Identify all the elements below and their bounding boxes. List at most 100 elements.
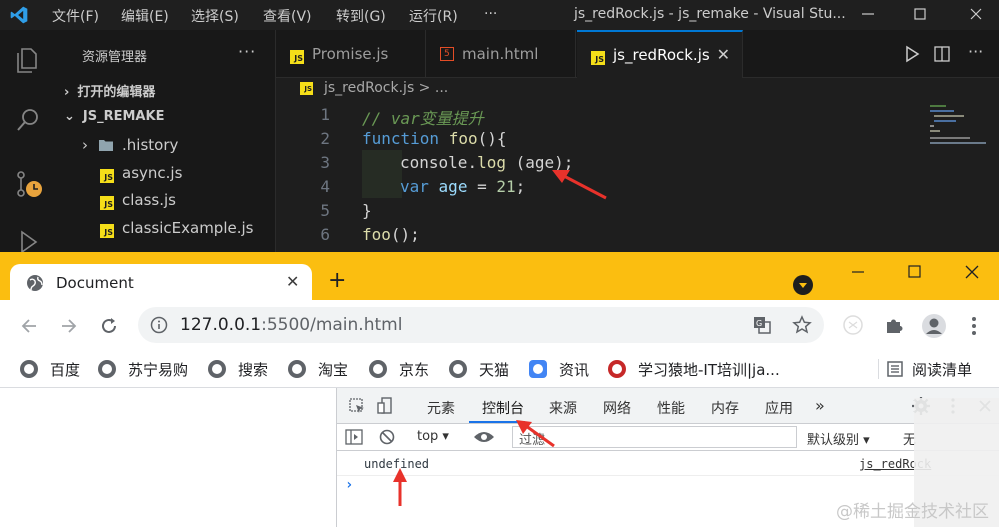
watermark: @稀土掘金技术社区 <box>836 502 989 522</box>
console-prompt[interactable]: › <box>345 477 353 493</box>
run-file-icon[interactable] <box>902 44 922 64</box>
menu-view[interactable]: 查看(V) <box>263 6 312 26</box>
code-number: 21 <box>496 177 516 196</box>
chevron-down-icon: ⌄ <box>64 109 75 124</box>
browser-tab[interactable]: Document ✕ <box>10 264 312 300</box>
puzzle-icon[interactable] <box>883 314 905 336</box>
forward-icon[interactable] <box>58 315 80 337</box>
maximize-icon[interactable] <box>908 2 932 26</box>
maximize-icon[interactable] <box>902 262 926 282</box>
file-tree-item[interactable]: JS async.js <box>100 162 182 184</box>
reading-list-icon <box>887 361 903 377</box>
code-line-4: var age = 21; <box>400 177 525 196</box>
globe-icon <box>20 360 38 378</box>
sidebar-toggle-icon[interactable] <box>345 429 363 445</box>
extension-icon[interactable] <box>842 314 864 336</box>
file-tree-item[interactable]: › .history <box>82 134 178 156</box>
code-variable: age <box>438 177 468 196</box>
tab-promise-js[interactable]: JS Promise.js <box>276 30 426 78</box>
bookmark-label: 学习猿地-IT培训|ja... <box>638 361 780 379</box>
close-icon[interactable] <box>964 2 988 26</box>
line-number: 3 <box>320 153 330 172</box>
screenshot-root: 文件(F) 编辑(E) 选择(S) 查看(V) 转到(G) 运行(R) ··· … <box>0 0 999 527</box>
file-tree-item[interactable]: JS classicExample.js <box>100 217 253 239</box>
bookmark-item[interactable]: 资讯 <box>529 359 589 380</box>
console-filter-bar: top ▾ 过滤 默认级别 ▾ 无 <box>337 424 999 451</box>
tab-close-icon[interactable]: ✕ <box>286 272 299 291</box>
menu-more[interactable]: ··· <box>484 6 497 22</box>
more-tabs-button[interactable]: » <box>815 396 825 415</box>
tab-application[interactable]: 应用 <box>765 398 793 418</box>
split-editor-icon[interactable] <box>932 44 952 64</box>
tab-memory[interactable]: 内存 <box>711 398 739 418</box>
bookmark-item[interactable]: 搜索 <box>208 359 268 380</box>
tab-performance[interactable]: 性能 <box>657 398 685 418</box>
vscode-window: 文件(F) 编辑(E) 选择(S) 查看(V) 转到(G) 运行(R) ··· … <box>0 0 999 252</box>
eye-icon[interactable] <box>473 429 495 445</box>
run-debug-icon[interactable] <box>12 226 44 252</box>
avatar[interactable] <box>921 313 947 339</box>
source-control-icon[interactable] <box>12 168 44 200</box>
code-comment: // var变量提升 <box>362 109 484 128</box>
device-toolbar-icon[interactable] <box>375 396 395 416</box>
menu-selection[interactable]: 选择(S) <box>191 6 239 26</box>
minimize-icon[interactable] <box>856 2 880 26</box>
vscode-logo-icon <box>10 6 28 24</box>
file-tree-item[interactable]: JS class.js <box>100 189 176 211</box>
bookmark-label: 苏宁易购 <box>128 361 189 379</box>
reload-icon[interactable] <box>98 315 120 337</box>
menu-run[interactable]: 运行(R) <box>409 6 458 26</box>
tab-main-html[interactable]: main.html <box>426 30 576 78</box>
tab-js-redrock[interactable]: JS js_redRock.js ✕ <box>577 30 743 78</box>
close-icon[interactable] <box>960 262 984 282</box>
bookmark-item[interactable]: 苏宁易购 <box>98 359 188 380</box>
bookmark-item[interactable]: 天猫 <box>449 359 509 380</box>
address-bar[interactable]: 127.0.0.1:5500/main.html G <box>138 307 824 343</box>
search-icon[interactable] <box>12 104 44 136</box>
back-icon[interactable] <box>18 315 40 337</box>
menu-kebab-icon[interactable] <box>964 315 984 337</box>
code-operator: = <box>467 177 497 196</box>
js-file-icon: JS <box>100 169 114 183</box>
tab-close-icon[interactable]: ✕ <box>717 32 730 78</box>
chrome-window: Document ✕ + 127.0.0.1:5500/main.html G <box>0 252 999 527</box>
bookmark-item[interactable]: 京东 <box>369 359 429 380</box>
log-levels-dropdown[interactable]: 默认级别 ▾ <box>807 429 870 448</box>
explorer-more-button[interactable]: ··· <box>238 42 256 61</box>
menu-file[interactable]: 文件(F) <box>52 6 99 26</box>
inspect-element-icon[interactable] <box>347 396 367 416</box>
code-object: console <box>400 153 468 172</box>
tab-label: Promise.js <box>312 45 389 63</box>
menu-go[interactable]: 转到(G) <box>336 6 386 26</box>
tab-search-button[interactable] <box>793 275 813 295</box>
context-selector[interactable]: top ▾ <box>417 429 449 444</box>
bookmark-item[interactable]: 学习猿地-IT培训|ja... <box>608 359 780 380</box>
bookmark-item[interactable]: 淘宝 <box>288 359 348 380</box>
breadcrumb-path[interactable]: js_redRock.js > ... <box>324 80 448 96</box>
clear-console-icon[interactable] <box>379 429 395 445</box>
open-editors-section[interactable]: › 打开的编辑器 <box>64 81 155 100</box>
chrome-toolbar: 127.0.0.1:5500/main.html G <box>0 300 999 350</box>
reading-list-button[interactable]: 阅读清单 <box>886 359 972 380</box>
translate-icon[interactable]: G <box>752 315 772 335</box>
bookmark-label: 百度 <box>50 361 81 379</box>
menu-edit[interactable]: 编辑(E) <box>121 6 169 26</box>
minimap[interactable] <box>926 101 999 252</box>
minimize-icon[interactable] <box>846 262 870 282</box>
tab-network[interactable]: 网络 <box>603 398 631 418</box>
file-name: async.js <box>122 164 183 182</box>
url-host: 127.0.0.1 <box>180 315 262 335</box>
more-actions-icon[interactable]: ··· <box>968 42 983 61</box>
bookmark-item[interactable]: 百度 <box>20 359 80 380</box>
project-section[interactable]: ⌄ JS_REMAKE <box>64 109 164 124</box>
tab-elements[interactable]: 元素 <box>427 398 455 418</box>
tab-console[interactable]: 控制台 <box>482 398 524 418</box>
explorer-icon[interactable] <box>12 44 44 76</box>
star-icon[interactable] <box>792 315 812 335</box>
annotation-arrow <box>552 170 607 200</box>
new-tab-button[interactable]: + <box>328 270 346 292</box>
svg-text:G: G <box>756 319 762 328</box>
code-punct: ( <box>505 153 526 172</box>
tab-sources[interactable]: 来源 <box>549 398 577 418</box>
bookmark-label: 淘宝 <box>318 361 349 379</box>
